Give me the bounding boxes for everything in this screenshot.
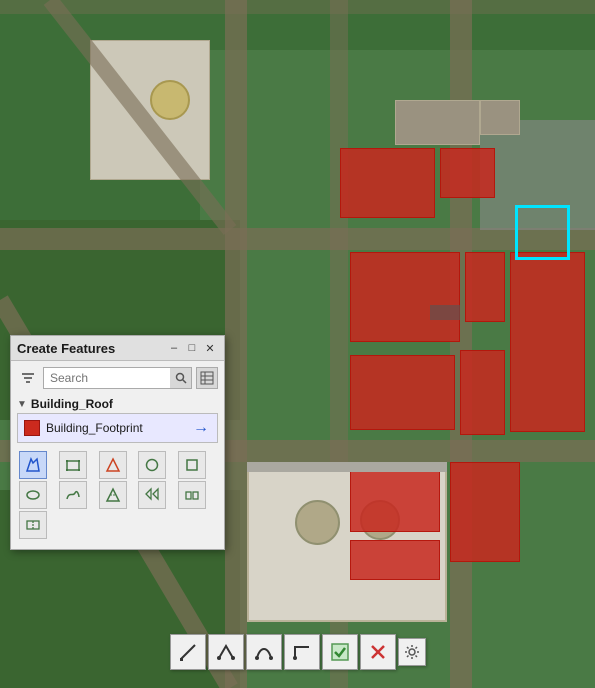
layer-header[interactable]: ▼ Building_Roof: [17, 395, 218, 413]
search-container: [43, 367, 192, 389]
search-row: [17, 367, 218, 389]
multipart-icon: [144, 487, 160, 503]
delete-sketch-icon: [368, 642, 388, 662]
bottom-toolbar: [170, 634, 426, 670]
tool-freehand[interactable]: [59, 481, 87, 509]
curve-segment-icon: [254, 642, 274, 662]
search-icon: [175, 372, 187, 384]
split-icon: [25, 517, 41, 533]
segment-curve-button[interactable]: [246, 634, 282, 670]
create-features-panel: Create Features – □ ✕: [10, 335, 225, 550]
arc-segment-icon: [216, 642, 236, 662]
tool-multipart[interactable]: [138, 481, 166, 509]
angle-segment-icon: [292, 642, 312, 662]
tool-ellipse[interactable]: [19, 481, 47, 509]
rectangle-icon: [65, 457, 81, 473]
feature-label: Building_Footprint: [46, 421, 185, 435]
tool-circle[interactable]: [138, 451, 166, 479]
tool-square-outline[interactable]: [178, 451, 206, 479]
segment-arc-button[interactable]: [208, 634, 244, 670]
tool-polygon-cut[interactable]: [99, 481, 127, 509]
square-outline-icon: [184, 457, 200, 473]
layer-chevron: ▼: [17, 399, 27, 410]
feature-item[interactable]: Building_Footprint →: [17, 413, 218, 443]
finish-sketch-icon: [330, 642, 350, 662]
diagonal-segment-icon: [178, 642, 198, 662]
table-view-button[interactable]: [196, 367, 218, 389]
panel-controls: – □ ✕: [166, 340, 218, 356]
tool-box-multipart[interactable]: [178, 481, 206, 509]
filter-button[interactable]: [17, 367, 39, 389]
filter-icon: [20, 370, 36, 386]
delete-sketch-button[interactable]: [360, 634, 396, 670]
polygon-cut-icon: [105, 487, 121, 503]
tool-sketch[interactable]: [19, 451, 47, 479]
feature-color-icon: [24, 420, 40, 436]
sketch-icon: [25, 457, 41, 473]
ellipse-icon: [25, 487, 41, 503]
panel-minimize-button[interactable]: –: [166, 340, 182, 356]
finish-sketch-button[interactable]: [322, 634, 358, 670]
panel-body: ▼ Building_Roof Building_Footprint →: [11, 361, 224, 549]
tool-split[interactable]: [19, 511, 47, 539]
search-button[interactable]: [170, 367, 192, 389]
circle-icon: [144, 457, 160, 473]
layer-section: ▼ Building_Roof Building_Footprint →: [17, 395, 218, 443]
triangle-icon: [105, 457, 121, 473]
segment-angle-button[interactable]: [284, 634, 320, 670]
tool-rectangle[interactable]: [59, 451, 87, 479]
tool-triangle[interactable]: [99, 451, 127, 479]
layer-name: Building_Roof: [31, 397, 113, 411]
table-icon: [200, 371, 214, 385]
panel-title: Create Features: [17, 341, 115, 356]
panel-close-button[interactable]: ✕: [202, 340, 218, 356]
gear-icon: [404, 644, 420, 660]
segment-diagonal-button[interactable]: [170, 634, 206, 670]
tools-grid: [17, 447, 218, 543]
toolbar-settings-button[interactable]: [398, 638, 426, 666]
panel-titlebar[interactable]: Create Features – □ ✕: [11, 336, 224, 361]
feature-arrow-button[interactable]: →: [191, 418, 211, 438]
panel-restore-button[interactable]: □: [184, 340, 200, 356]
box-multipart-icon: [184, 487, 200, 503]
freehand-icon: [65, 487, 81, 503]
